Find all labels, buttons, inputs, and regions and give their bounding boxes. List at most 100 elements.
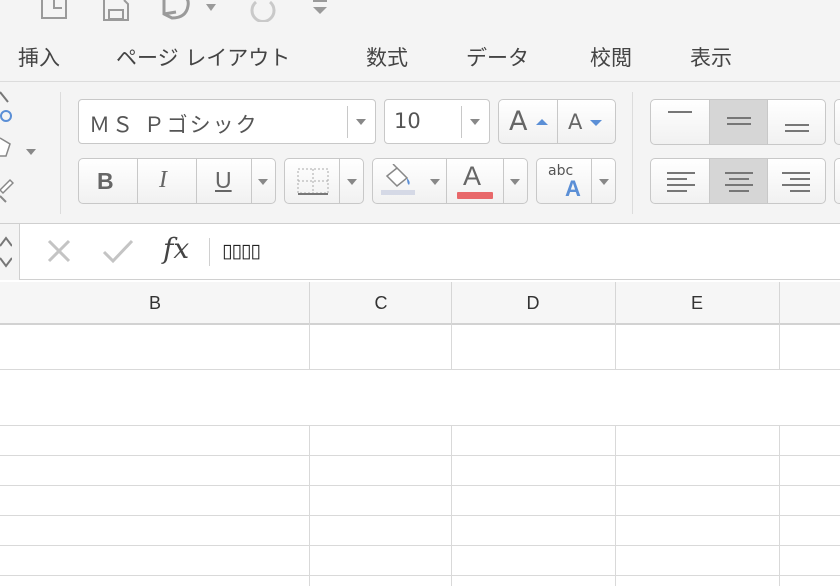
fill-color-icon: [381, 164, 415, 195]
cut-icon[interactable]: [0, 88, 14, 128]
column-divider[interactable]: [451, 282, 452, 325]
tab-view[interactable]: 表示: [690, 42, 732, 72]
paste-dropdown-caret[interactable]: [26, 149, 36, 155]
horizontal-align-group: [650, 158, 826, 204]
group-divider: [632, 92, 633, 214]
button-divider: [339, 159, 340, 203]
font-size-step-group: A A: [498, 99, 616, 144]
bold-button[interactable]: B: [97, 168, 114, 195]
text-style-group: B I U: [78, 158, 276, 204]
phonetic-a-glyph: A: [565, 176, 581, 201]
dropdown-divider: [347, 106, 348, 138]
row-border: [0, 545, 840, 546]
copy-icon[interactable]: [0, 134, 14, 166]
merge-cells-button[interactable]: [834, 158, 840, 204]
undo-icon[interactable]: [158, 0, 218, 26]
cell-border: [451, 425, 452, 586]
chevron-down-icon: [599, 179, 609, 185]
chevron-down-icon: [347, 179, 357, 185]
cell-grid[interactable]: [0, 325, 840, 586]
tab-data[interactable]: データ: [466, 42, 529, 72]
fill-color-caret[interactable]: [430, 179, 440, 185]
insert-function-button[interactable]: fx: [163, 232, 189, 265]
tab-formulas[interactable]: 数式: [366, 42, 408, 72]
align-left-button[interactable]: [651, 159, 709, 203]
row-border: [0, 485, 840, 486]
align-right-button[interactable]: [768, 159, 826, 203]
cell-border: [451, 325, 452, 369]
italic-button[interactable]: I: [159, 167, 167, 194]
button-divider: [591, 159, 592, 203]
format-painter-icon[interactable]: [0, 176, 15, 210]
formula-input[interactable]: ▯▯▯▯: [222, 240, 261, 262]
column-divider[interactable]: [309, 282, 310, 325]
shrink-font-button[interactable]: A: [558, 100, 616, 143]
align-top-icon: [668, 111, 692, 113]
cell-border: [309, 425, 310, 586]
font-color-glyph: A: [463, 161, 482, 191]
row-border: [0, 425, 840, 426]
fill-color-button[interactable]: [373, 159, 427, 203]
font-size-dropdown[interactable]: 10: [384, 99, 490, 144]
file-icon[interactable]: [38, 0, 72, 26]
cell-border: [309, 325, 310, 369]
formula-divider: [209, 238, 210, 266]
vertical-align-group: [650, 99, 826, 145]
align-right-icon: [782, 172, 810, 192]
borders-icon: [297, 168, 329, 195]
save-icon[interactable]: [100, 0, 132, 26]
tab-insert[interactable]: 挿入: [18, 42, 60, 72]
down-arrow-icon: [590, 120, 602, 126]
enter-icon[interactable]: [102, 238, 134, 268]
column-header-d[interactable]: D: [527, 293, 540, 314]
tab-review[interactable]: 校閲: [590, 42, 632, 72]
name-box-stepper[interactable]: [0, 224, 20, 280]
row-border: [0, 515, 840, 516]
button-divider: [196, 159, 197, 203]
quick-access-toolbar: [0, 0, 840, 30]
phonetic-guide-button[interactable]: abc A: [536, 158, 616, 204]
align-bottom-button[interactable]: [768, 100, 826, 144]
font-color-swatch: [457, 192, 493, 199]
button-divider: [503, 159, 504, 203]
column-header-e[interactable]: E: [691, 293, 703, 314]
ribbon-tabs: 挿入 ページ レイアウト 数式 データ 校閲 表示: [0, 30, 840, 82]
row-border: [0, 575, 840, 576]
column-divider[interactable]: [779, 282, 780, 325]
align-middle-button[interactable]: [709, 100, 768, 144]
cell-border: [615, 325, 616, 369]
font-color-caret[interactable]: [510, 179, 520, 185]
customize-toolbar-icon[interactable]: [311, 0, 333, 26]
shrink-font-glyph: A: [568, 110, 583, 134]
color-group: A: [372, 158, 528, 204]
chevron-down-icon: [470, 119, 480, 125]
tab-page-layout[interactable]: ページ レイアウト: [116, 42, 290, 72]
underline-button[interactable]: U: [215, 167, 232, 194]
column-divider[interactable]: [615, 282, 616, 325]
stepper-arrows-icon: [0, 236, 12, 268]
row-border: [0, 455, 840, 456]
cell-border: [615, 425, 616, 586]
redo-icon[interactable]: [244, 0, 276, 26]
button-divider: [137, 159, 138, 203]
borders-button[interactable]: [284, 158, 364, 204]
column-header-b[interactable]: B: [149, 293, 161, 314]
grow-font-glyph: A: [509, 106, 528, 137]
font-name-dropdown[interactable]: ＭＳ Ｐゴシック: [78, 99, 376, 144]
cell-border: [779, 325, 780, 369]
row-border: [0, 369, 840, 370]
font-color-button[interactable]: A: [447, 159, 503, 203]
align-top-button[interactable]: [651, 100, 709, 144]
align-bottom-icon: [785, 124, 809, 132]
underline-options-caret[interactable]: [258, 179, 268, 185]
cancel-icon[interactable]: [46, 238, 72, 268]
font-size-value: 10: [394, 109, 421, 133]
grow-font-button[interactable]: A: [499, 100, 557, 143]
wrap-text-button[interactable]: [834, 99, 840, 145]
align-center-button[interactable]: [709, 159, 768, 203]
group-divider: [60, 92, 61, 214]
button-divider: [251, 159, 252, 203]
column-header-c[interactable]: C: [375, 293, 388, 314]
cell-border: [779, 425, 780, 586]
dropdown-divider: [461, 106, 462, 138]
